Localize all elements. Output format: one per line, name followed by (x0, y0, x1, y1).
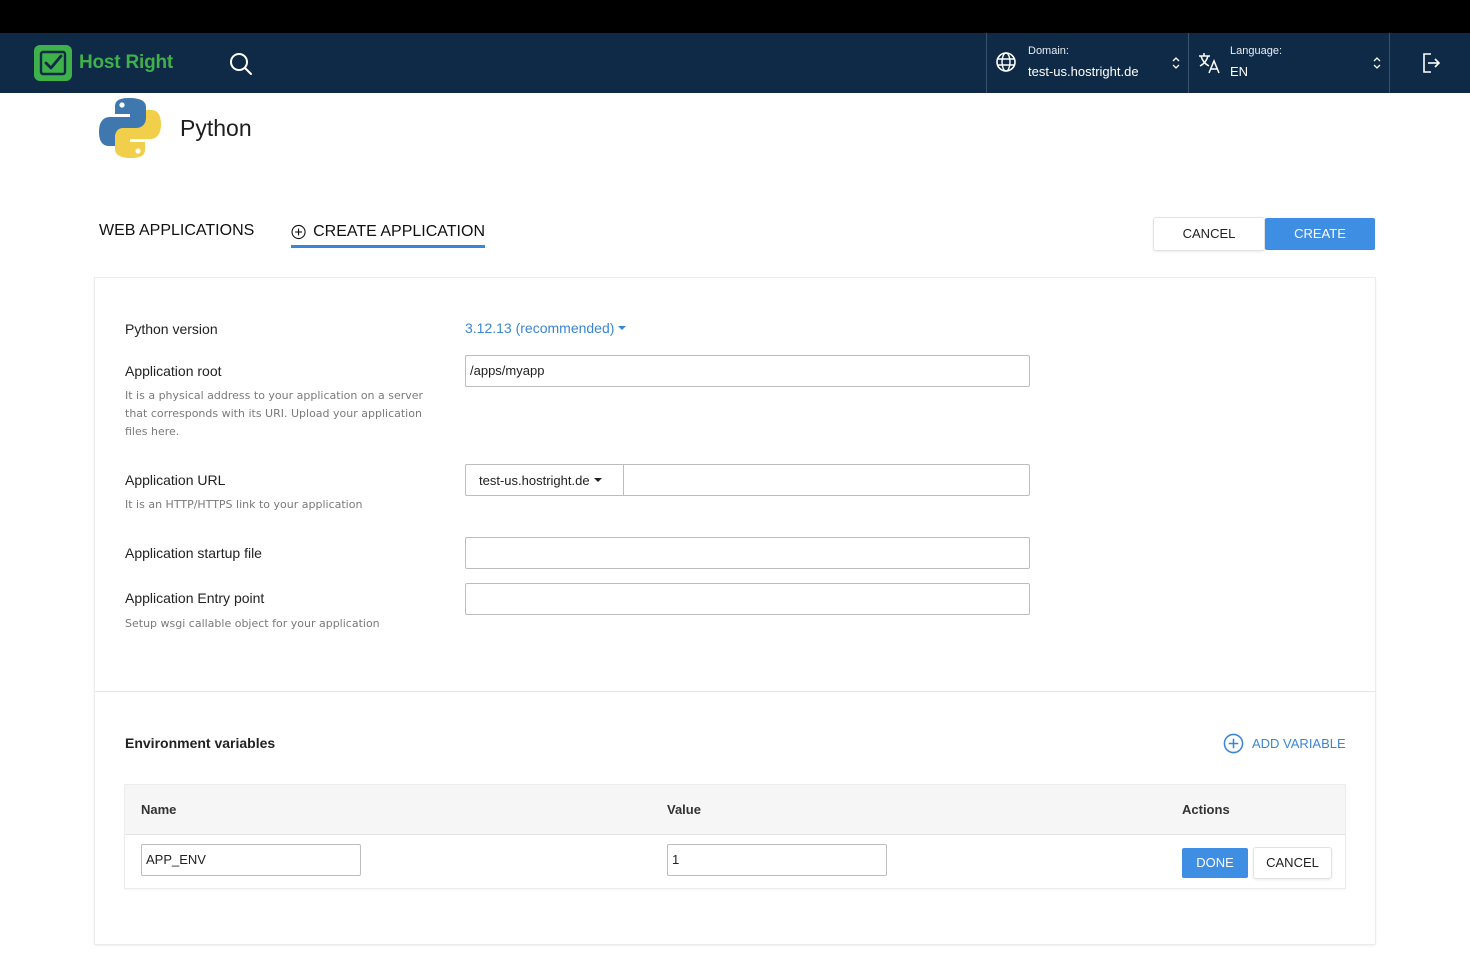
search-icon[interactable] (228, 51, 254, 77)
app-root-help: It is a physical address to your applica… (125, 389, 424, 438)
language-selector[interactable]: Language: EN (1188, 33, 1389, 93)
column-header-actions: Actions (1182, 802, 1230, 817)
env-variables-table: Name Value Actions APP_ENV 1 DONE CANCEL (125, 785, 1345, 888)
column-header-name: Name (141, 802, 177, 817)
add-variable-label: ADD VARIABLE (1252, 736, 1346, 751)
domain-value: test-us.hostright.de (1028, 64, 1139, 79)
app-url-domain-value: test-us.hostright.de (479, 472, 590, 488)
brand-logo-icon (34, 45, 72, 81)
app-url-group: test-us.hostright.de (465, 464, 1030, 496)
entry-point-input[interactable] (465, 583, 1030, 615)
app-root-input[interactable]: /apps/myapp (465, 355, 1030, 387)
app-url-help: It is an HTTP/HTTPS link to your applica… (125, 498, 363, 511)
env-name-input[interactable]: APP_ENV (141, 844, 361, 876)
app-url-label: Application URL (125, 472, 226, 488)
python-version-value: 3.12.13 (recommended) (465, 320, 615, 336)
top-navbar: Host Right Domain: test-us.hostright.de (0, 33, 1470, 93)
create-application-form: Python version 3.12.13 (recommended) App… (95, 278, 1375, 944)
python-logo (99, 98, 161, 158)
column-header-value: Value (667, 802, 701, 817)
env-variables-title: Environment variables (125, 735, 276, 751)
tab-create-application-label: CREATE APPLICATION (313, 222, 485, 240)
domain-label: Domain: (1028, 45, 1069, 57)
section-divider (95, 691, 1375, 692)
caret-down-icon (593, 478, 602, 482)
top-strip (0, 0, 1470, 33)
table-header: Name Value Actions (125, 785, 1345, 835)
python-version-dropdown[interactable]: 3.12.13 (recommended) (465, 320, 627, 336)
app-url-domain-dropdown[interactable]: test-us.hostright.de (466, 465, 624, 495)
startup-file-input[interactable] (465, 537, 1030, 569)
add-variable-button[interactable]: ADD VARIABLE (1223, 733, 1346, 754)
env-value-input[interactable]: 1 (667, 844, 887, 876)
updown-chevron-icon (1373, 55, 1381, 74)
domain-selector[interactable]: Domain: test-us.hostright.de (986, 33, 1188, 93)
logout-icon (1423, 53, 1441, 73)
app-root-label: Application root (125, 363, 222, 379)
plus-circle-icon (1223, 733, 1244, 754)
brand-name: Host Right (79, 52, 174, 73)
done-button[interactable]: DONE (1182, 848, 1248, 878)
page-title: Python (180, 114, 252, 141)
plus-circle-icon (291, 224, 306, 239)
cancel-button[interactable]: CANCEL (1154, 218, 1264, 250)
table-row: APP_ENV 1 DONE CANCEL (125, 836, 1345, 888)
create-button[interactable]: CREATE (1265, 218, 1375, 250)
caret-down-icon (618, 326, 627, 330)
row-cancel-button[interactable]: CANCEL (1254, 848, 1331, 878)
app-url-path-input[interactable] (624, 465, 1029, 495)
app-header: Python (98, 96, 252, 160)
logout-button[interactable] (1389, 33, 1470, 93)
python-version-label: Python version (125, 321, 218, 337)
translate-icon (1197, 51, 1221, 79)
globe-icon (995, 51, 1017, 77)
tab-web-applications[interactable]: WEB APPLICATIONS (99, 222, 254, 240)
brand-logo[interactable]: Host Right (34, 45, 173, 81)
tab-create-application[interactable]: CREATE APPLICATION (291, 218, 485, 248)
language-value: EN (1230, 64, 1249, 79)
startup-file-label: Application startup file (125, 545, 262, 561)
updown-chevron-icon (1172, 55, 1180, 74)
entry-point-label: Application Entry point (125, 590, 265, 606)
language-label: Language: (1230, 45, 1282, 57)
entry-point-help: Setup wsgi callable object for your appl… (125, 617, 380, 630)
